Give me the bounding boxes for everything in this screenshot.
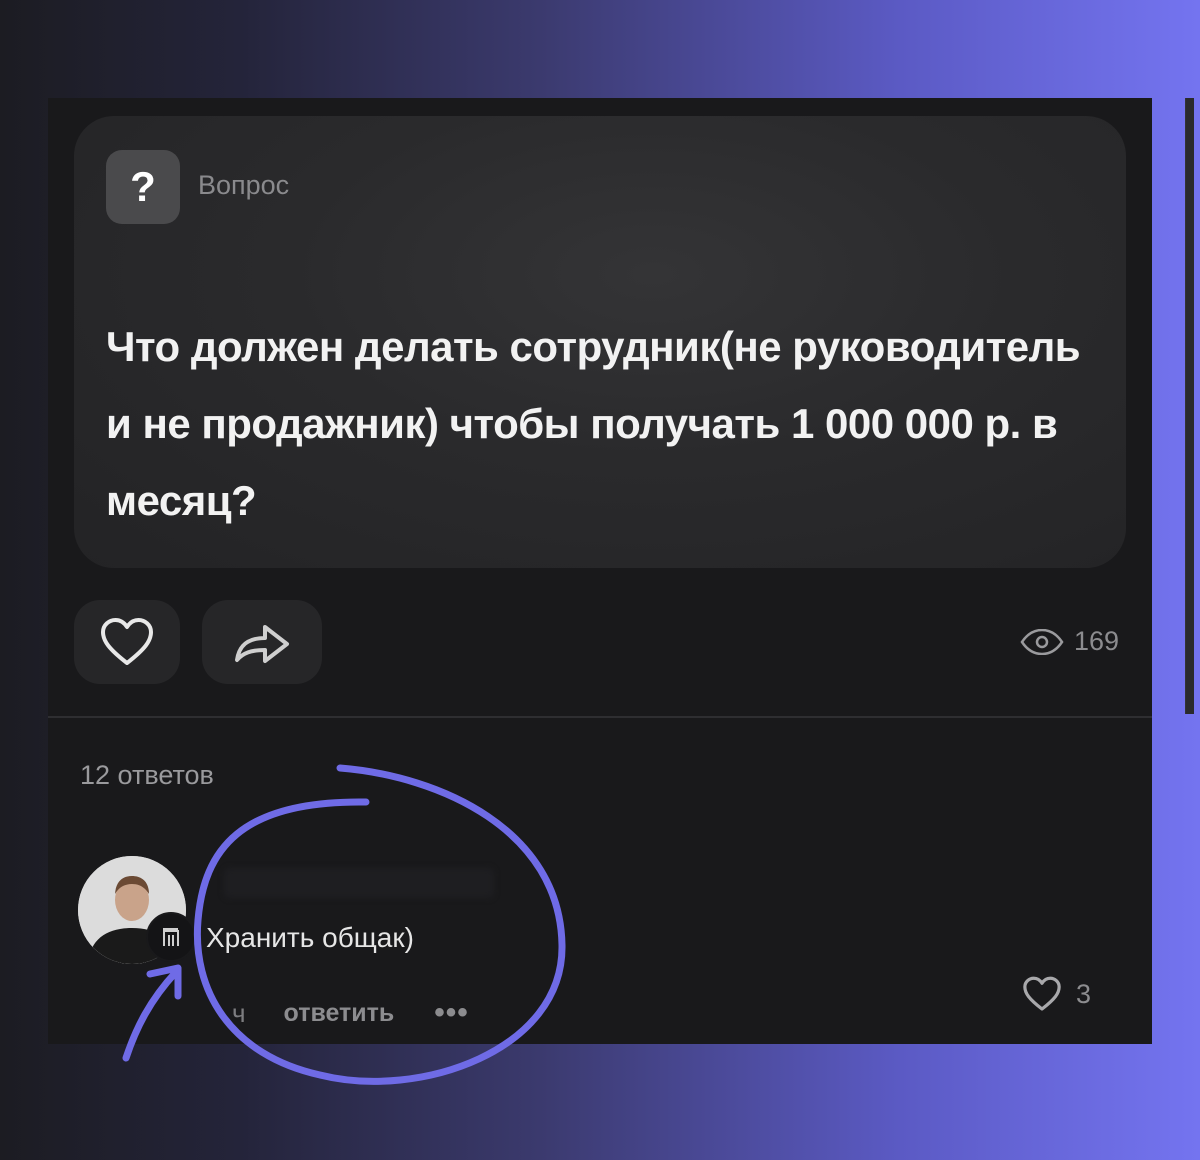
answer-like-count: 3 [1076, 978, 1092, 1009]
post-panel: ? Вопрос Что должен делать сотрудник(не … [48, 98, 1194, 1044]
answer-text: Хранить общак) [206, 922, 414, 953]
eye-icon [1020, 628, 1064, 655]
answer-time: ч [232, 997, 246, 1028]
answers-count: 12 ответов [80, 760, 214, 790]
question-mark-glyph: ? [130, 163, 156, 210]
share-arrow-icon [235, 625, 289, 663]
scrollbar[interactable] [1185, 98, 1194, 714]
answer-like-button[interactable]: 3 [1022, 976, 1091, 1012]
answer-meta: ч ответить ••• [232, 996, 469, 1030]
author-name-hidden [224, 868, 494, 898]
divider [48, 716, 1152, 718]
heart-icon [101, 618, 153, 665]
more-options-button[interactable]: ••• [434, 996, 469, 1030]
reply-button[interactable]: ответить [284, 999, 395, 1028]
question-mark-icon: ? [106, 150, 180, 224]
question-label: Вопрос [198, 170, 290, 200]
badge-icon [146, 912, 196, 962]
views-counter: 169 [1020, 626, 1119, 657]
question-title: Что должен делать сотрудник(не руководит… [106, 323, 1081, 524]
like-button[interactable] [74, 600, 180, 684]
share-button[interactable] [202, 600, 322, 684]
question-card: ? Вопрос Что должен делать сотрудник(не … [74, 116, 1126, 568]
heart-icon [1023, 976, 1061, 1011]
views-count: 169 [1074, 626, 1120, 656]
